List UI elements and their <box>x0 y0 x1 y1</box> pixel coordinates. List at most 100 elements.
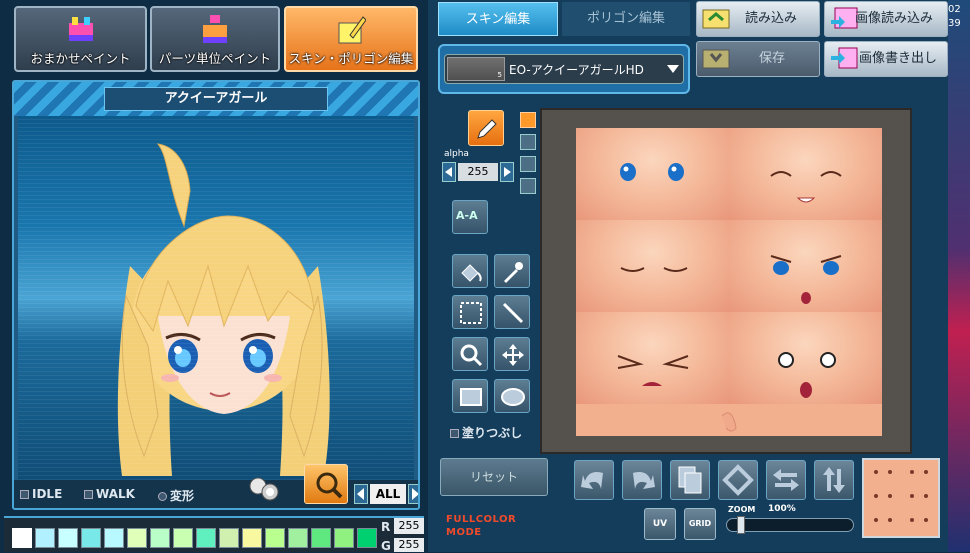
rotate-button[interactable] <box>718 460 758 500</box>
rectangle-tool[interactable] <box>452 379 488 413</box>
fill-bucket-tool[interactable] <box>452 254 488 288</box>
skin-texture <box>576 128 882 436</box>
undo-button[interactable] <box>574 460 614 500</box>
uv-button[interactable]: UV <box>644 508 676 540</box>
flip-horizontal-button[interactable] <box>766 460 806 500</box>
auto-paint-button[interactable]: おまかせペイント <box>14 6 147 72</box>
move-tool[interactable] <box>494 337 530 371</box>
fullcolor-mode-line1: FULLCOLOR <box>446 514 517 525</box>
line-icon <box>502 302 524 324</box>
image-export-button[interactable]: 画像書き出し <box>824 41 948 77</box>
ellipse-icon <box>501 388 525 406</box>
transform-option[interactable]: 変形 <box>158 487 194 504</box>
palette-swatch[interactable] <box>196 528 216 548</box>
palette-swatch[interactable] <box>173 528 193 548</box>
transform-radio[interactable] <box>158 492 167 501</box>
preview-title: アクイーアガール <box>104 87 328 111</box>
image-load-button[interactable]: 画像読み込み <box>824 1 948 37</box>
save-label: 保存 <box>759 51 786 66</box>
skin-polygon-edit-button[interactable]: スキン・ポリゴン編集 <box>284 6 418 72</box>
image-export-icon <box>831 47 858 69</box>
ellipse-tool[interactable] <box>494 379 530 413</box>
zoom-slider-track[interactable] <box>726 516 854 534</box>
thumbnail-faces <box>874 470 928 522</box>
pencil-icon <box>477 119 497 139</box>
load-icon <box>702 9 730 29</box>
walk-checkbox[interactable] <box>84 490 93 499</box>
model-select-value: EO-アクイーアガールHD <box>509 63 644 77</box>
filter-value: ALL <box>370 484 406 504</box>
preview-header: アクイーアガール <box>14 82 418 116</box>
magnifier-icon <box>316 472 343 499</box>
g-label: G <box>381 539 391 553</box>
eyedropper-tool[interactable] <box>494 254 530 288</box>
pen-tool-button[interactable] <box>468 110 504 146</box>
flip-vertical-button[interactable] <box>814 460 854 500</box>
auto-paint-icon <box>68 17 93 41</box>
texture-canvas[interactable] <box>540 108 912 454</box>
skin-edit-icon <box>338 16 366 44</box>
reset-button[interactable]: リセット <box>440 458 548 496</box>
triangle-left-icon <box>357 488 364 500</box>
filter-prev-button[interactable] <box>354 484 368 504</box>
tab-skin-edit[interactable]: スキン編集 <box>438 2 558 36</box>
r-value-field[interactable]: 255 <box>394 518 424 534</box>
grid-button[interactable]: GRID <box>684 508 716 540</box>
skin-polygon-edit-label: スキン・ポリゴン編集 <box>288 51 414 66</box>
zoom-slider-handle[interactable] <box>737 516 745 534</box>
brush-size-4[interactable] <box>520 178 536 194</box>
palette-swatch[interactable] <box>288 528 308 548</box>
copy-button[interactable] <box>670 460 710 500</box>
idle-option[interactable]: IDLE <box>20 487 62 501</box>
zoom-label: ZOOM <box>728 505 756 514</box>
load-button[interactable]: 読み込み <box>696 1 820 37</box>
texture-thumbnail[interactable] <box>862 458 940 538</box>
zoom-icon-button[interactable] <box>304 464 348 504</box>
palette-swatch[interactable] <box>357 528 377 548</box>
palette-swatch[interactable] <box>12 528 32 548</box>
line-tool[interactable] <box>494 295 530 329</box>
select-rect-tool[interactable] <box>452 295 488 329</box>
brush-size-2[interactable] <box>520 134 536 150</box>
eyedropper-icon <box>504 262 523 283</box>
palette-swatch[interactable] <box>104 528 124 548</box>
model-swatch: 5 <box>447 57 505 81</box>
palette-swatch[interactable] <box>219 528 239 548</box>
fill-label: 塗りつぶし <box>462 426 523 440</box>
brush-size-3[interactable] <box>520 156 536 172</box>
alpha-value[interactable]: 255 <box>458 163 498 181</box>
character-preview-viewport[interactable] <box>18 116 414 480</box>
color-palette <box>4 516 424 552</box>
image-load-label: 画像読み込み <box>855 11 934 26</box>
parts-paint-button[interactable]: パーツ単位ペイント <box>150 6 280 72</box>
fill-option[interactable]: 塗りつぶし <box>450 424 522 441</box>
camera-zoom-icon[interactable] <box>246 472 286 504</box>
idle-checkbox[interactable] <box>20 490 29 499</box>
character-preview-panel: アクイーアガール IDLE WALK 変形 ALL <box>12 80 420 510</box>
alpha-increase-button[interactable] <box>500 162 514 182</box>
antialias-button[interactable]: A-A <box>452 200 488 234</box>
walk-option[interactable]: WALK <box>84 487 135 501</box>
model-swatch-number: 5 <box>497 71 502 79</box>
model-select[interactable]: 5 EO-アクイーアガールHD <box>444 54 684 84</box>
palette-swatch[interactable] <box>265 528 285 548</box>
brush-size-1[interactable] <box>520 112 536 128</box>
palette-swatch[interactable] <box>35 528 55 548</box>
palette-swatch[interactable] <box>311 528 331 548</box>
zoom-tool[interactable] <box>452 337 488 371</box>
palette-swatch[interactable] <box>58 528 78 548</box>
triangle-left-icon <box>445 167 452 177</box>
alpha-decrease-button[interactable] <box>442 162 456 182</box>
tab-polygon-edit[interactable]: ポリゴン編集 <box>562 2 690 36</box>
palette-swatch[interactable] <box>242 528 262 548</box>
palette-swatch[interactable] <box>81 528 101 548</box>
fill-checkbox[interactable] <box>450 429 459 438</box>
g-value-field[interactable]: 255 <box>394 538 424 552</box>
redo-button[interactable] <box>622 460 662 500</box>
palette-swatch[interactable] <box>127 528 147 548</box>
palette-swatch[interactable] <box>150 528 170 548</box>
palette-swatch[interactable] <box>334 528 354 548</box>
save-button[interactable]: 保存 <box>696 41 820 77</box>
filter-next-button[interactable] <box>408 484 418 504</box>
alpha-stepper[interactable]: 255 <box>442 162 514 182</box>
